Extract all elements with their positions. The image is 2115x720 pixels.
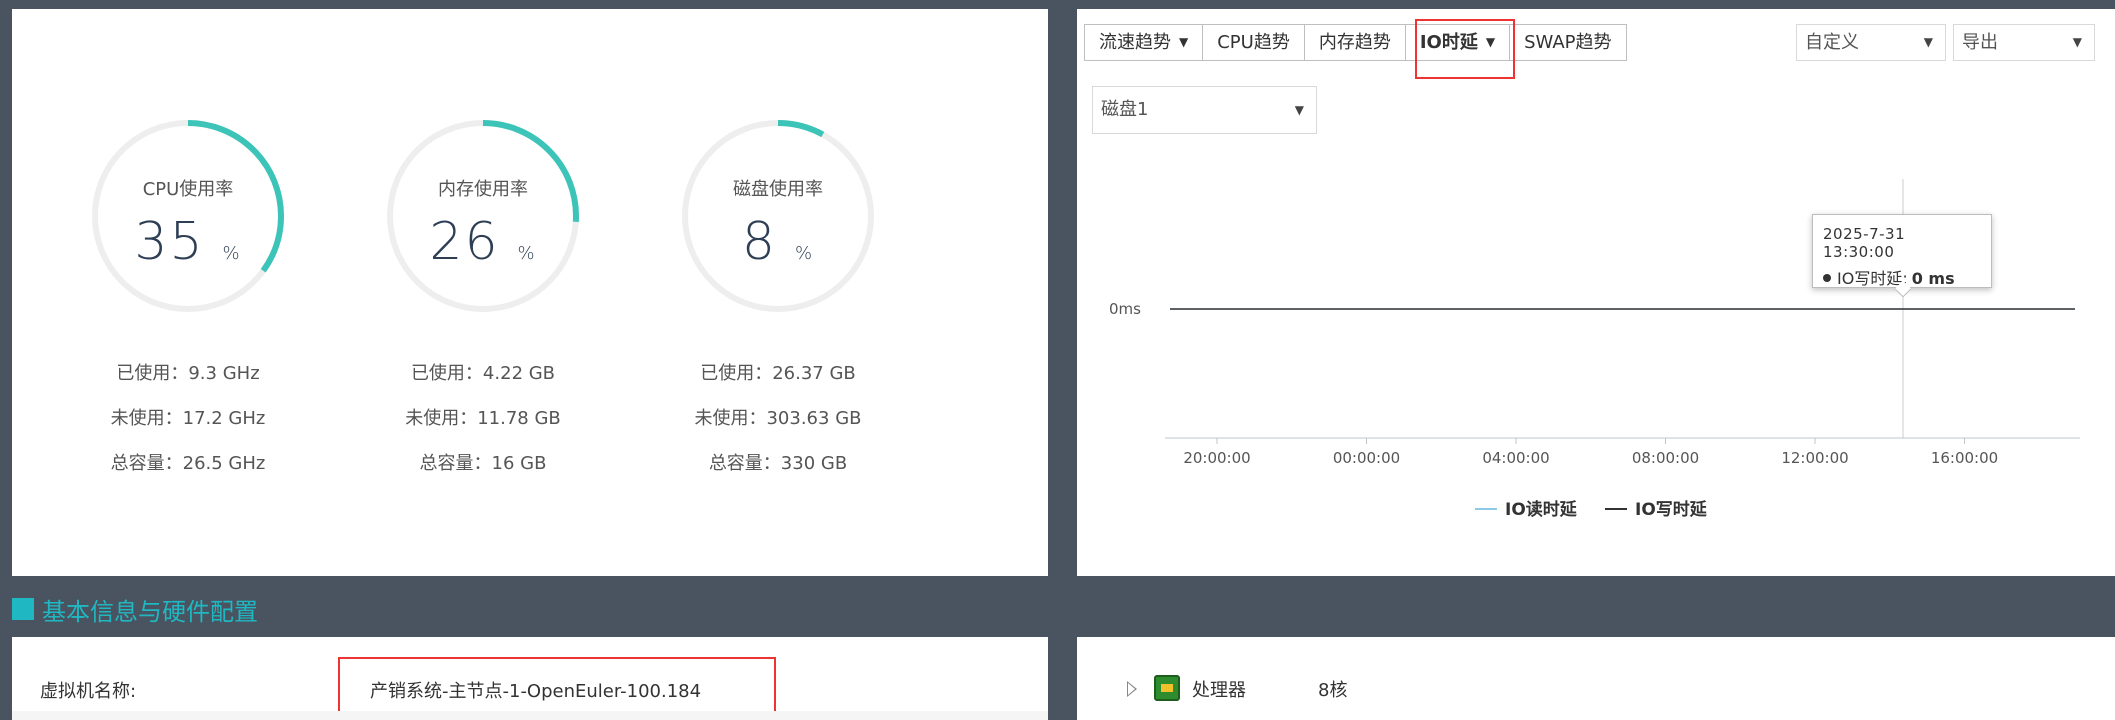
disk-gauge-title: 磁盘使用率 — [733, 179, 823, 200]
processor-icon — [1154, 675, 1180, 701]
cpu-gauge-unit: % — [222, 243, 242, 264]
cpu-gauge-title: CPU使用率 — [142, 179, 234, 200]
memory-free: 未使用：11.78 GB — [405, 408, 561, 429]
processor-value: 8核 — [1318, 680, 1348, 701]
memory-total: 总容量：16 GB — [419, 453, 547, 474]
disk-gauge-value: 8 — [741, 212, 777, 272]
processor-label: 处理器 — [1192, 680, 1246, 701]
section-square-icon — [12, 598, 34, 620]
legend-label[interactable]: IO读时延 — [1505, 499, 1578, 520]
section-title: 基本信息与硬件配置 — [42, 597, 258, 626]
cpu-stats: 已使用：9.3 GHz 未使用：17.2 GHz 总容量：26.5 GHz — [58, 359, 318, 494]
cpu-total: 总容量：26.5 GHz — [110, 453, 266, 474]
expand-triangle-icon[interactable] — [1127, 681, 1137, 697]
cpu-used: 已使用：9.3 GHz — [116, 363, 260, 384]
disk-gauge-unit: % — [794, 243, 815, 264]
vm-info-panel: 虚拟机名称: 产销系统-主节点-1-OpenEuler-100.184 — [12, 637, 1048, 720]
x-tick-label: 08:00:00 — [1632, 449, 1699, 467]
disk-stats: 已使用：26.37 GB 未使用：303.63 GB 总容量：330 GB — [648, 359, 908, 494]
disk-free: 未使用：303.63 GB — [694, 408, 862, 429]
y-tick-label: 0ms — [1109, 300, 1141, 318]
x-tick-label: 20:00:00 — [1183, 449, 1250, 467]
disk-gauge: 磁盘使用率 8% — [678, 116, 878, 316]
x-tick-label: 04:00:00 — [1482, 449, 1549, 467]
memory-gauge-title: 内存使用率 — [438, 179, 528, 200]
memory-gauge-unit: % — [517, 243, 537, 264]
disk-used: 已使用：26.37 GB — [700, 363, 856, 384]
cpu-gauge: CPU使用率 35% — [88, 116, 288, 316]
x-tick-label: 16:00:00 — [1931, 449, 1998, 467]
disk-total: 总容量：330 GB — [708, 453, 848, 474]
memory-gauge: 内存使用率 26% — [383, 116, 583, 316]
tooltip-value: 0 ms — [1911, 269, 1955, 288]
cpu-gauge-value: 35 — [134, 212, 205, 272]
tooltip-time: 2025-7-31 13:30:00 — [1823, 225, 1906, 261]
trend-panel: 流速趋势 ▼ CPU趋势 内存趋势 IO时延 ▼ SWAP趋势 自定义 ▼ 导出 ▼… — [1077, 9, 2115, 576]
memory-gauge-value: 26 — [429, 212, 500, 272]
vm-name-label: 虚拟机名称: — [40, 681, 137, 702]
section-heading: 基本信息与硬件配置 — [12, 594, 258, 626]
memory-stats: 已使用：4.22 GB 未使用：11.78 GB 总容量：16 GB — [353, 359, 613, 494]
row-stripe — [12, 711, 1048, 720]
hardware-panel: 处理器 8核 — [1077, 637, 2115, 720]
x-tick-label: 12:00:00 — [1781, 449, 1848, 467]
cpu-free: 未使用：17.2 GHz — [110, 408, 266, 429]
x-tick-label: 00:00:00 — [1333, 449, 1400, 467]
legend-label[interactable]: IO写时延 — [1635, 499, 1708, 520]
io-latency-chart: 0ms 20:00:00 00:00:00 04:00:00 08:00:00 12:0… — [1109, 179, 2080, 520]
chart-tooltip: 2025-7-31 13:30:00 IO写时延: 0 ms — [1812, 214, 1992, 298]
memory-used: 已使用：4.22 GB — [410, 363, 556, 384]
series-dot-icon — [1823, 274, 1831, 282]
usage-panel: CPU使用率 35% 已使用：9.3 GHz 未使用：17.2 GHz 总容量：… — [12, 9, 1048, 576]
vm-name-value: 产销系统-主节点-1-OpenEuler-100.184 — [370, 681, 702, 702]
